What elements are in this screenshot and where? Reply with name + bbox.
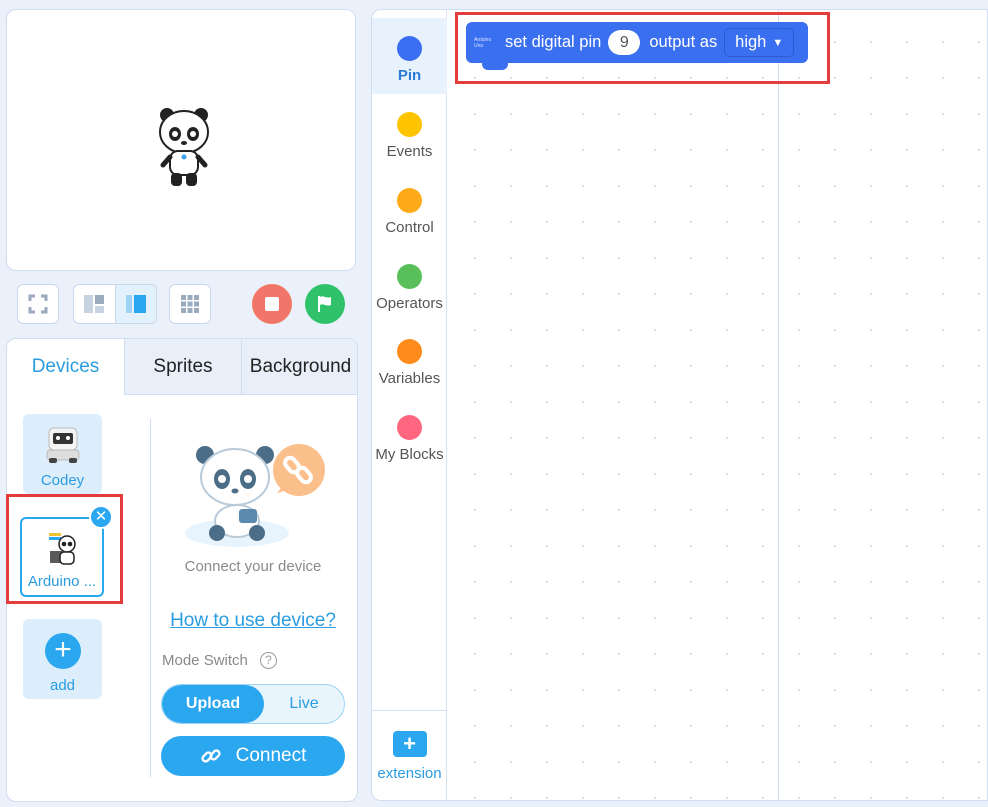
my-blocks-color-dot bbox=[397, 415, 422, 440]
connect-device-text: Connect your device bbox=[184, 558, 322, 575]
operators-color-dot bbox=[397, 264, 422, 289]
go-button[interactable] bbox=[305, 284, 345, 324]
divider bbox=[150, 419, 151, 777]
codey-icon bbox=[46, 427, 80, 463]
category-control[interactable]: Control bbox=[372, 170, 447, 246]
category-label: Pin bbox=[397, 67, 422, 84]
panel-tabs: Devices Sprites Background bbox=[7, 339, 357, 395]
category-label: Events bbox=[386, 143, 433, 160]
add-label: add bbox=[49, 677, 76, 694]
extension-label: extension bbox=[377, 765, 442, 782]
category-label: Operators bbox=[376, 295, 443, 312]
mode-switch-toggle[interactable]: Upload Live bbox=[161, 684, 345, 724]
stop-icon bbox=[265, 297, 279, 311]
mode-live-option[interactable]: Live bbox=[264, 685, 344, 723]
flyout-divider bbox=[778, 9, 779, 801]
stage[interactable] bbox=[6, 9, 356, 271]
add-extension-icon: + bbox=[392, 731, 427, 757]
device-label-codey: Codey bbox=[40, 472, 85, 489]
plus-icon: + bbox=[45, 633, 81, 669]
device-card-codey[interactable]: Codey bbox=[23, 414, 102, 494]
connect-label: Connect bbox=[235, 745, 307, 766]
green-flag-icon bbox=[318, 296, 331, 312]
help-icon[interactable]: ? bbox=[260, 652, 277, 669]
tab-background[interactable]: Background bbox=[241, 339, 357, 395]
fullscreen-icon bbox=[28, 294, 48, 314]
category-operators[interactable]: Operators bbox=[372, 246, 447, 322]
small-stage-button[interactable] bbox=[74, 285, 115, 323]
category-variables[interactable]: Variables bbox=[372, 321, 447, 397]
layout-small-stage-icon bbox=[84, 295, 105, 313]
control-color-dot bbox=[397, 188, 422, 213]
how-to-use-device-link[interactable]: How to use device? bbox=[155, 610, 351, 632]
grid-button[interactable] bbox=[169, 284, 211, 324]
highlight-box-block bbox=[455, 12, 830, 84]
mode-upload-option[interactable]: Upload bbox=[162, 685, 264, 723]
fullscreen-button[interactable] bbox=[17, 284, 59, 324]
tab-sprites[interactable]: Sprites bbox=[124, 339, 241, 395]
add-device-button[interactable]: + add bbox=[23, 619, 102, 699]
category-pin[interactable]: Pin bbox=[372, 18, 447, 94]
large-stage-button[interactable] bbox=[114, 285, 156, 323]
events-color-dot bbox=[397, 112, 422, 137]
script-workspace[interactable] bbox=[447, 9, 988, 801]
link-icon bbox=[200, 749, 221, 763]
extension-button[interactable]: + extension bbox=[372, 710, 447, 802]
connect-button[interactable]: Connect bbox=[161, 736, 345, 776]
category-label: My Blocks bbox=[375, 446, 444, 463]
panda-sprite[interactable] bbox=[157, 105, 211, 189]
category-my-blocks[interactable]: My Blocks bbox=[372, 397, 447, 473]
stage-layout-toggle[interactable] bbox=[73, 284, 157, 324]
category-events[interactable]: Events bbox=[372, 94, 447, 170]
variables-color-dot bbox=[397, 339, 422, 364]
mode-switch-label: Mode Switch bbox=[162, 652, 248, 669]
category-label: Variables bbox=[378, 370, 441, 387]
block-categories: Pin Events Control Operators Variables M… bbox=[371, 9, 447, 801]
grid-icon bbox=[181, 295, 199, 313]
tab-devices[interactable]: Devices bbox=[7, 339, 124, 395]
connect-device-illustration bbox=[185, 444, 325, 547]
pin-color-dot bbox=[397, 36, 422, 61]
highlight-box-arduino bbox=[6, 494, 123, 604]
stop-button[interactable] bbox=[252, 284, 292, 324]
category-label: Control bbox=[385, 219, 434, 236]
layout-large-stage-icon bbox=[125, 295, 146, 313]
